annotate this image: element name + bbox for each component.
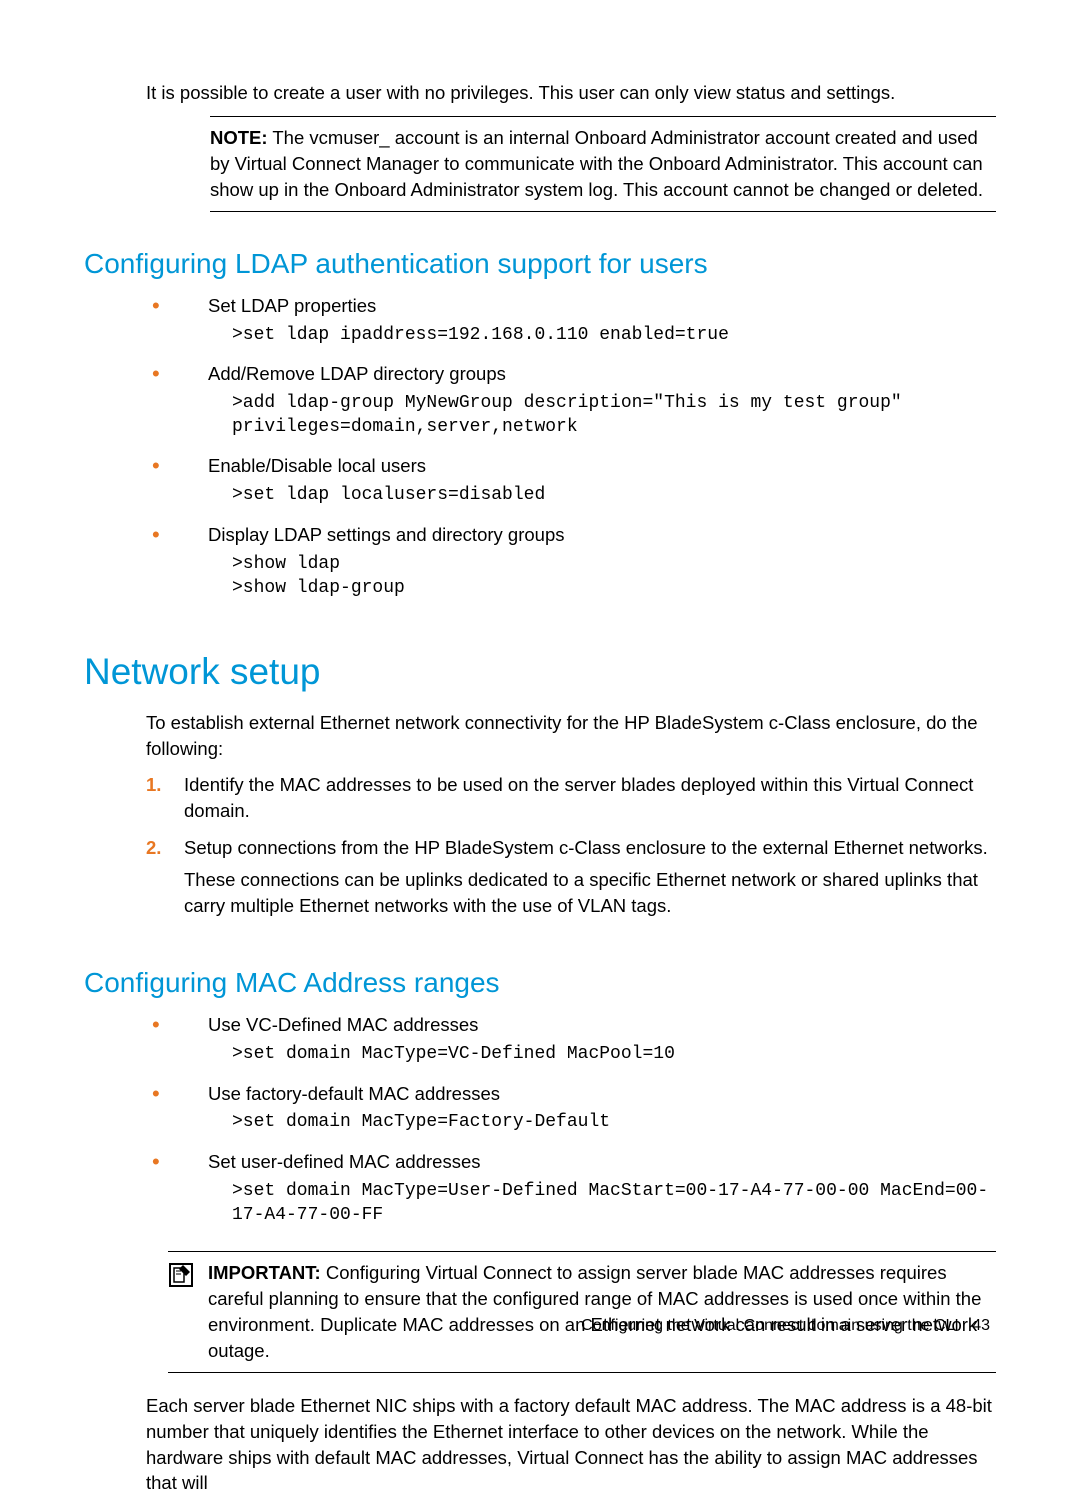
important-callout: IMPORTANT: Configuring Virtual Connect t… bbox=[168, 1251, 996, 1373]
item-label: Set user-defined MAC addresses bbox=[208, 1151, 481, 1172]
list-item: Set LDAP properties >set ldap ipaddress=… bbox=[146, 293, 996, 361]
page-number: 43 bbox=[972, 1317, 990, 1334]
item-label: Display LDAP settings and directory grou… bbox=[208, 524, 564, 545]
page-content: It is possible to create a user with no … bbox=[84, 80, 996, 1502]
item-label: Use VC-Defined MAC addresses bbox=[208, 1014, 478, 1035]
item-label: Set LDAP properties bbox=[208, 295, 376, 316]
heading-ldap: Configuring LDAP authentication support … bbox=[84, 244, 996, 283]
step-text: Identify the MAC addresses to be used on… bbox=[184, 774, 973, 821]
list-item: Use factory-default MAC addresses >set d… bbox=[146, 1081, 996, 1149]
heading-mac: Configuring MAC Address ranges bbox=[84, 963, 996, 1002]
code-block: >add ldap-group MyNewGroup description="… bbox=[208, 391, 996, 440]
list-item: Set user-defined MAC addresses >set doma… bbox=[146, 1149, 996, 1241]
important-icon bbox=[168, 1262, 194, 1295]
step-text: Setup connections from the HP BladeSyste… bbox=[184, 837, 988, 858]
ldap-list: Set LDAP properties >set ldap ipaddress=… bbox=[146, 293, 996, 614]
list-item: Use VC-Defined MAC addresses >set domain… bbox=[146, 1012, 996, 1080]
code-block: >set domain MacType=Factory-Default bbox=[208, 1110, 996, 1134]
note-callout: NOTE: The vcmuser_ account is an interna… bbox=[210, 116, 996, 212]
closing-paragraph: Each server blade Ethernet NIC ships wit… bbox=[146, 1393, 996, 1497]
code-block: >set domain MacType=VC-Defined MacPool=1… bbox=[208, 1042, 996, 1066]
network-steps: Identify the MAC addresses to be used on… bbox=[146, 772, 996, 931]
mac-list: Use VC-Defined MAC addresses >set domain… bbox=[146, 1012, 996, 1241]
step-sub-text: These connections can be uplinks dedicat… bbox=[184, 867, 996, 919]
important-label: IMPORTANT: bbox=[208, 1262, 321, 1283]
code-block: >set ldap ipaddress=192.168.0.110 enable… bbox=[208, 323, 996, 347]
important-text: Configuring Virtual Connect to assign se… bbox=[208, 1262, 981, 1361]
code-block: >set ldap localusers=disabled bbox=[208, 483, 996, 507]
item-label: Enable/Disable local users bbox=[208, 455, 426, 476]
important-body: IMPORTANT: Configuring Virtual Connect t… bbox=[208, 1260, 996, 1364]
heading-network-setup: Network setup bbox=[84, 646, 996, 698]
code-block: >show ldap >show ldap-group bbox=[208, 552, 996, 601]
intro-paragraph: It is possible to create a user with no … bbox=[146, 80, 996, 106]
item-label: Add/Remove LDAP directory groups bbox=[208, 363, 506, 384]
note-text: The vcmuser_ account is an internal Onbo… bbox=[210, 127, 983, 200]
code-block: >set domain MacType=User-Defined MacStar… bbox=[208, 1179, 996, 1228]
step-item: Setup connections from the HP BladeSyste… bbox=[146, 835, 996, 931]
page-footer: Configuring the Virtual Connect domain u… bbox=[581, 1315, 990, 1337]
list-item: Display LDAP settings and directory grou… bbox=[146, 522, 996, 614]
network-intro: To establish external Ethernet network c… bbox=[146, 710, 996, 762]
list-item: Add/Remove LDAP directory groups >add ld… bbox=[146, 361, 996, 453]
note-label: NOTE: bbox=[210, 127, 268, 148]
item-label: Use factory-default MAC addresses bbox=[208, 1083, 500, 1104]
list-item: Enable/Disable local users >set ldap loc… bbox=[146, 453, 996, 521]
step-item: Identify the MAC addresses to be used on… bbox=[146, 772, 996, 836]
footer-title: Configuring the Virtual Connect domain u… bbox=[581, 1317, 959, 1334]
